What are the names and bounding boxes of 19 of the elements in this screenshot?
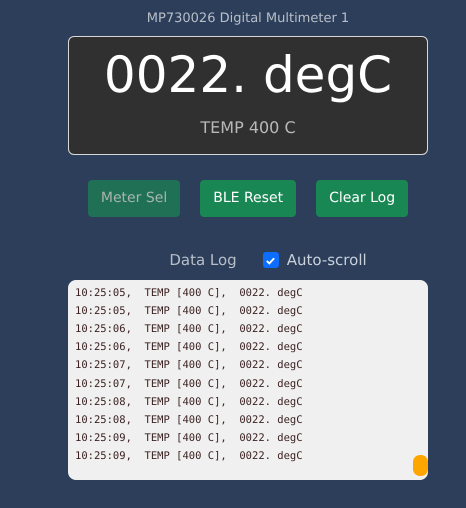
meter-button[interactable]: Clear Log [316, 180, 408, 217]
data-log-label: Data Log [169, 250, 237, 271]
log-line: 10:25:09, TEMP [400 C], 0022. degC [75, 449, 303, 464]
log-line: 10:25:05, TEMP [400 C], 0022. degC [75, 286, 303, 300]
log-line: 10:25:09, TEMP [400 C], 0022. degC [75, 431, 303, 446]
log-line: 10:25:06, TEMP [400 C], 0022. degC [75, 322, 303, 337]
auto-scroll-checkbox[interactable] [262, 252, 279, 268]
meter-reading: 0022. degC [104, 45, 392, 105]
page-title: MP730026 Digital Multimeter 1 [146, 10, 350, 28]
log-line: 10:25:05, TEMP [400 C], 0022. degC [75, 304, 303, 319]
meter-mode: TEMP 400 C [200, 117, 296, 139]
log-line: 10:25:08, TEMP [400 C], 0022. degC [75, 412, 303, 428]
scroll-handle-icon[interactable] [413, 454, 428, 476]
auto-scroll-label[interactable]: Auto-scroll [286, 249, 367, 272]
meter-button[interactable]: BLE Reset [200, 180, 296, 217]
log-line: 10:25:06, TEMP [400 C], 0022. degC [75, 340, 303, 356]
log-line: 10:25:07, TEMP [400 C], 0022. degC [75, 358, 303, 374]
log-line: 10:25:07, TEMP [400 C], 0022. degC [75, 376, 303, 392]
log-line: 10:25:08, TEMP [400 C], 0022. degC [75, 394, 303, 410]
